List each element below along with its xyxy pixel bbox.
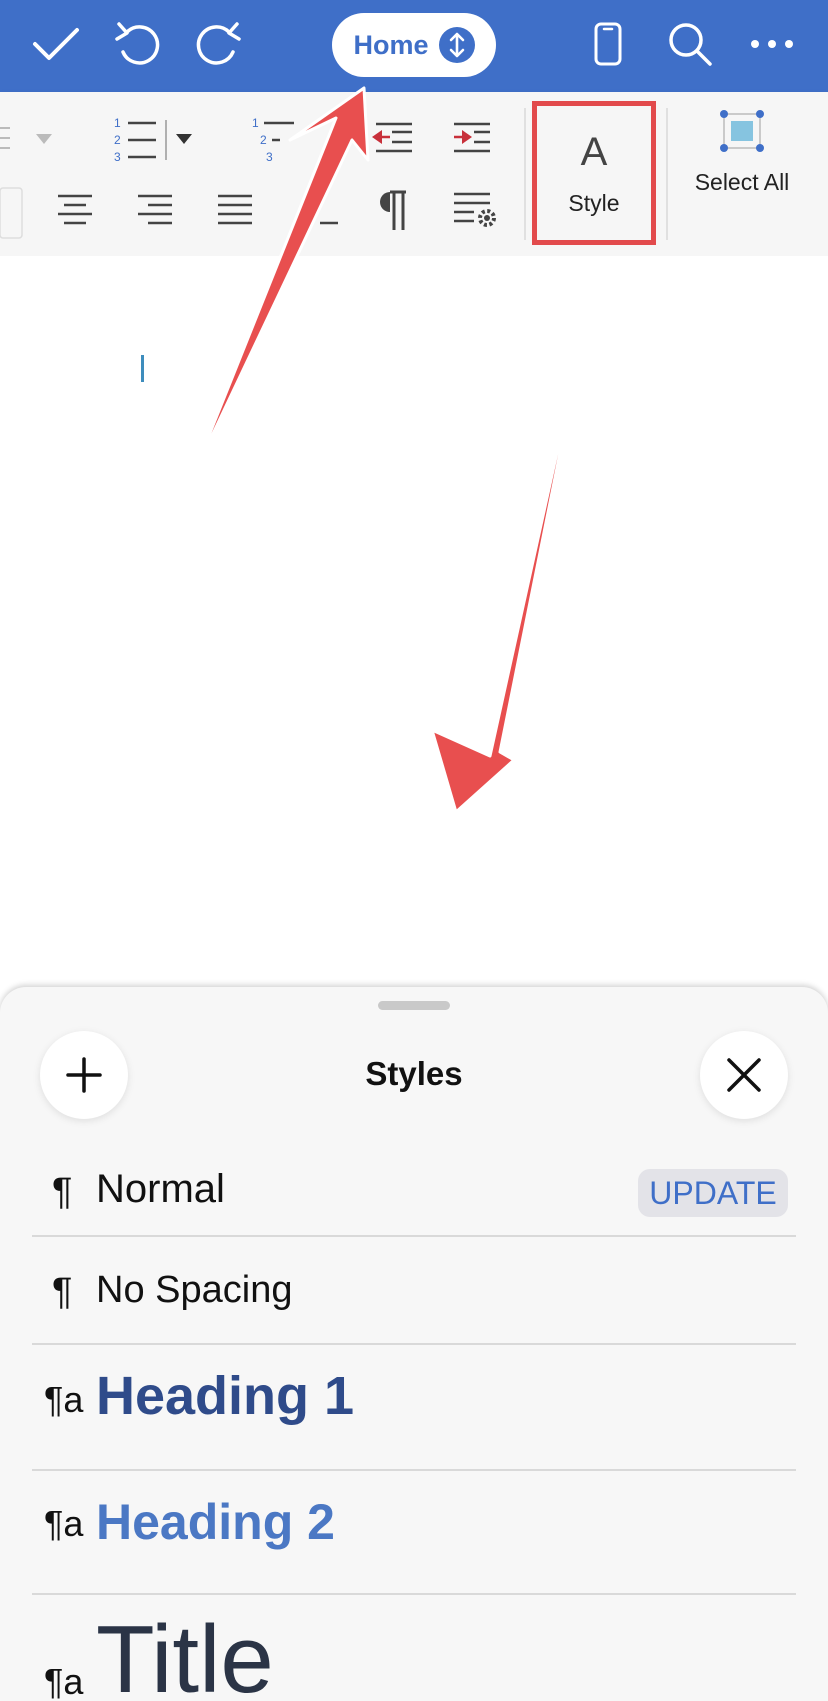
select-all-icon: [718, 108, 766, 159]
bullet-list-dropdown[interactable]: [0, 118, 60, 158]
svg-text:2: 2: [114, 133, 121, 147]
linked-style-icon: ¶a: [44, 1503, 84, 1544]
style-name: Heading 1: [96, 1366, 355, 1426]
style-name: Normal: [96, 1167, 225, 1211]
home-tab-selector[interactable]: Home: [332, 13, 496, 77]
redo-icon[interactable]: [186, 12, 250, 76]
update-style-button[interactable]: UPDATE: [638, 1169, 788, 1217]
phone-view-icon[interactable]: [576, 12, 640, 76]
style-item-title[interactable]: ¶a Title: [32, 1595, 796, 1701]
align-left-icon[interactable]: [0, 186, 24, 240]
svg-text:1: 1: [252, 116, 259, 130]
align-right-icon[interactable]: [136, 192, 174, 228]
multilevel-list-icon[interactable]: 1 2 3: [250, 112, 320, 166]
svg-text:3: 3: [114, 150, 121, 164]
paragraph-marks-icon[interactable]: [374, 188, 414, 232]
svg-text:2: 2: [260, 133, 267, 147]
select-all-label: Select All: [694, 169, 790, 195]
text-cursor: [141, 355, 144, 382]
select-all-button[interactable]: Select All: [690, 108, 794, 240]
decrease-indent-icon[interactable]: [370, 118, 416, 158]
style-item-normal[interactable]: ¶ Normal UPDATE: [32, 1147, 796, 1237]
numbered-list-icon[interactable]: 1 2 3: [110, 112, 200, 166]
svg-text:3: 3: [266, 150, 273, 164]
svg-text:1: 1: [114, 116, 121, 130]
ribbon-divider: [666, 108, 668, 240]
paragraph-style-icon: ¶: [52, 1171, 73, 1213]
ribbon-divider: [524, 108, 526, 240]
style-button[interactable]: A Style: [532, 101, 656, 245]
justify-icon[interactable]: [216, 192, 254, 228]
close-button[interactable]: [700, 1031, 788, 1119]
top-toolbar: Home: [0, 0, 828, 92]
close-icon: [727, 1058, 761, 1092]
document-canvas[interactable]: [0, 256, 828, 986]
increase-indent-icon[interactable]: [450, 118, 496, 158]
search-icon[interactable]: [658, 12, 722, 76]
styles-panel: Styles ¶ Normal UPDATE ¶ No Spacing ¶a H…: [0, 987, 828, 1701]
style-item-heading-1[interactable]: ¶a Heading 1: [32, 1345, 796, 1471]
home-label: Home: [353, 29, 429, 60]
up-down-chevron-icon: [438, 27, 475, 63]
align-center-icon[interactable]: [56, 192, 94, 228]
style-a-icon: A: [580, 129, 608, 174]
linked-style-icon: ¶a: [44, 1661, 84, 1701]
style-name: Title: [96, 1606, 274, 1701]
style-item-heading-2[interactable]: ¶a Heading 2: [32, 1471, 796, 1595]
undo-icon[interactable]: [106, 12, 170, 76]
paragraph-settings-icon[interactable]: [452, 190, 498, 232]
linked-style-icon: ¶a: [44, 1379, 84, 1420]
more-icon[interactable]: [740, 12, 804, 76]
sheet-grabber[interactable]: [378, 1001, 450, 1010]
line-spacing-icon[interactable]: [310, 192, 340, 228]
style-name: No Spacing: [96, 1269, 293, 1311]
paragraph-style-icon: ¶: [52, 1271, 73, 1313]
checkmark-icon[interactable]: [24, 12, 88, 76]
style-name: Heading 2: [96, 1494, 335, 1550]
style-item-no-spacing[interactable]: ¶ No Spacing: [32, 1237, 796, 1345]
style-button-label: Style: [568, 189, 620, 216]
